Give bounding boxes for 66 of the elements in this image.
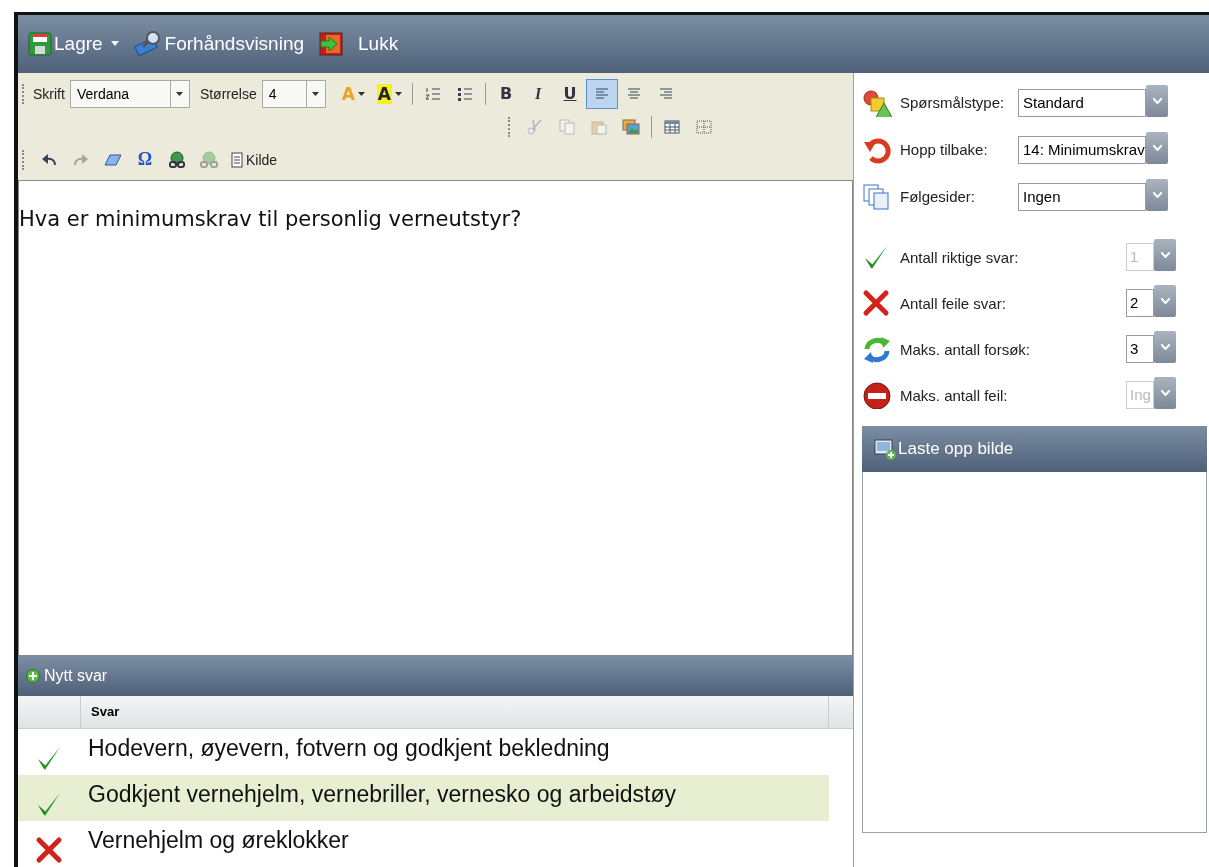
globe-link-icon [168, 150, 186, 169]
pages-icon [862, 182, 890, 211]
field-label: Følgesider: [900, 188, 977, 205]
field-label: Skrift [33, 85, 65, 102]
field-label: Antall feile svar: [900, 294, 1007, 312]
highlight-button[interactable]: A [370, 78, 409, 109]
dropdown-field[interactable]: 4 [261, 79, 326, 108]
caret-icon [395, 91, 403, 96]
field-label: Maks. antall forsøk: [900, 340, 1032, 358]
align-left-icon [595, 86, 610, 101]
chevron-down-icon [1160, 252, 1170, 258]
chevron-down-icon [1160, 344, 1170, 350]
eraser-icon [104, 153, 122, 166]
caret-icon [176, 91, 184, 96]
italic-button[interactable]: I [522, 78, 555, 109]
toolbar-button[interactable]: Forhåndsvisning [128, 28, 309, 60]
clipboard-icon [591, 118, 607, 135]
special-character-button[interactable]: Ω [129, 144, 161, 175]
image-icon [622, 118, 640, 135]
align-center-icon [627, 86, 642, 101]
table-borders-icon [696, 119, 712, 134]
undo-icon [41, 152, 57, 167]
chevron-down-icon [1160, 390, 1170, 396]
answer-text: Vernehjelm og øreklokker [87, 826, 349, 855]
field-label: Størrelse [199, 85, 257, 102]
add-icon [26, 669, 40, 683]
editor-area[interactable]: Hva er minimumskrav til personlig verneutstyr? [18, 181, 853, 656]
bold-button[interactable]: B [490, 78, 523, 109]
redo-icon [73, 152, 89, 167]
field-label: Hopp tilbake: [900, 141, 989, 158]
field-label: Maks. antall feil: [900, 386, 1009, 404]
toolbar-button[interactable]: Lagre [24, 30, 123, 58]
magnifier-book-icon [132, 30, 163, 58]
question-text: Hva er minimumskrav til personlig verneutstyr? [19, 207, 523, 231]
add-answer-button[interactable]: Nytt svar [26, 667, 108, 685]
field-label: Antall riktige svar: [900, 248, 1020, 266]
column-header: Svar [81, 696, 829, 728]
table-icon [664, 119, 680, 134]
bullet-list-icon [457, 85, 474, 102]
globe-unlink-icon [200, 150, 218, 169]
stop-icon [862, 381, 892, 409]
chevron-down-icon [1152, 144, 1162, 151]
cross-icon [862, 289, 890, 317]
underline-button[interactable]: U [554, 78, 587, 109]
chevron-down-icon [1152, 97, 1162, 104]
caret-icon [312, 91, 320, 96]
chevron-down-icon [1152, 191, 1162, 198]
answer-text: Godkjent vernehjelm, vernebriller, vernesko og arbeidstøy [87, 780, 677, 809]
answer-row[interactable]: Godkjent vernehjelm, vernebriller, vernesko og arbeidstøy [18, 775, 829, 821]
upload-image-button[interactable]: Laste opp bilde [874, 438, 1014, 460]
chevron-down-icon [1160, 298, 1170, 304]
caret-icon [357, 91, 365, 96]
field-label: Spørsmålstype: [900, 94, 1006, 111]
document-icon [231, 151, 243, 168]
exit-door-icon [318, 31, 345, 57]
toolbar-button[interactable]: Lukk [314, 29, 403, 59]
numbered-list-icon [425, 85, 442, 102]
refresh-icon [862, 335, 892, 363]
answer-text: Hodevern, øyevern, fotvern og godkjent bekledning [87, 734, 610, 763]
align-right-icon [659, 86, 674, 101]
source-button[interactable]: Kilde [225, 144, 284, 175]
save-icon [28, 32, 52, 56]
scissors-icon [527, 118, 543, 135]
copy-icon [559, 118, 575, 135]
dropdown-field[interactable]: Verdana [69, 79, 190, 108]
image-add-icon [874, 438, 896, 460]
